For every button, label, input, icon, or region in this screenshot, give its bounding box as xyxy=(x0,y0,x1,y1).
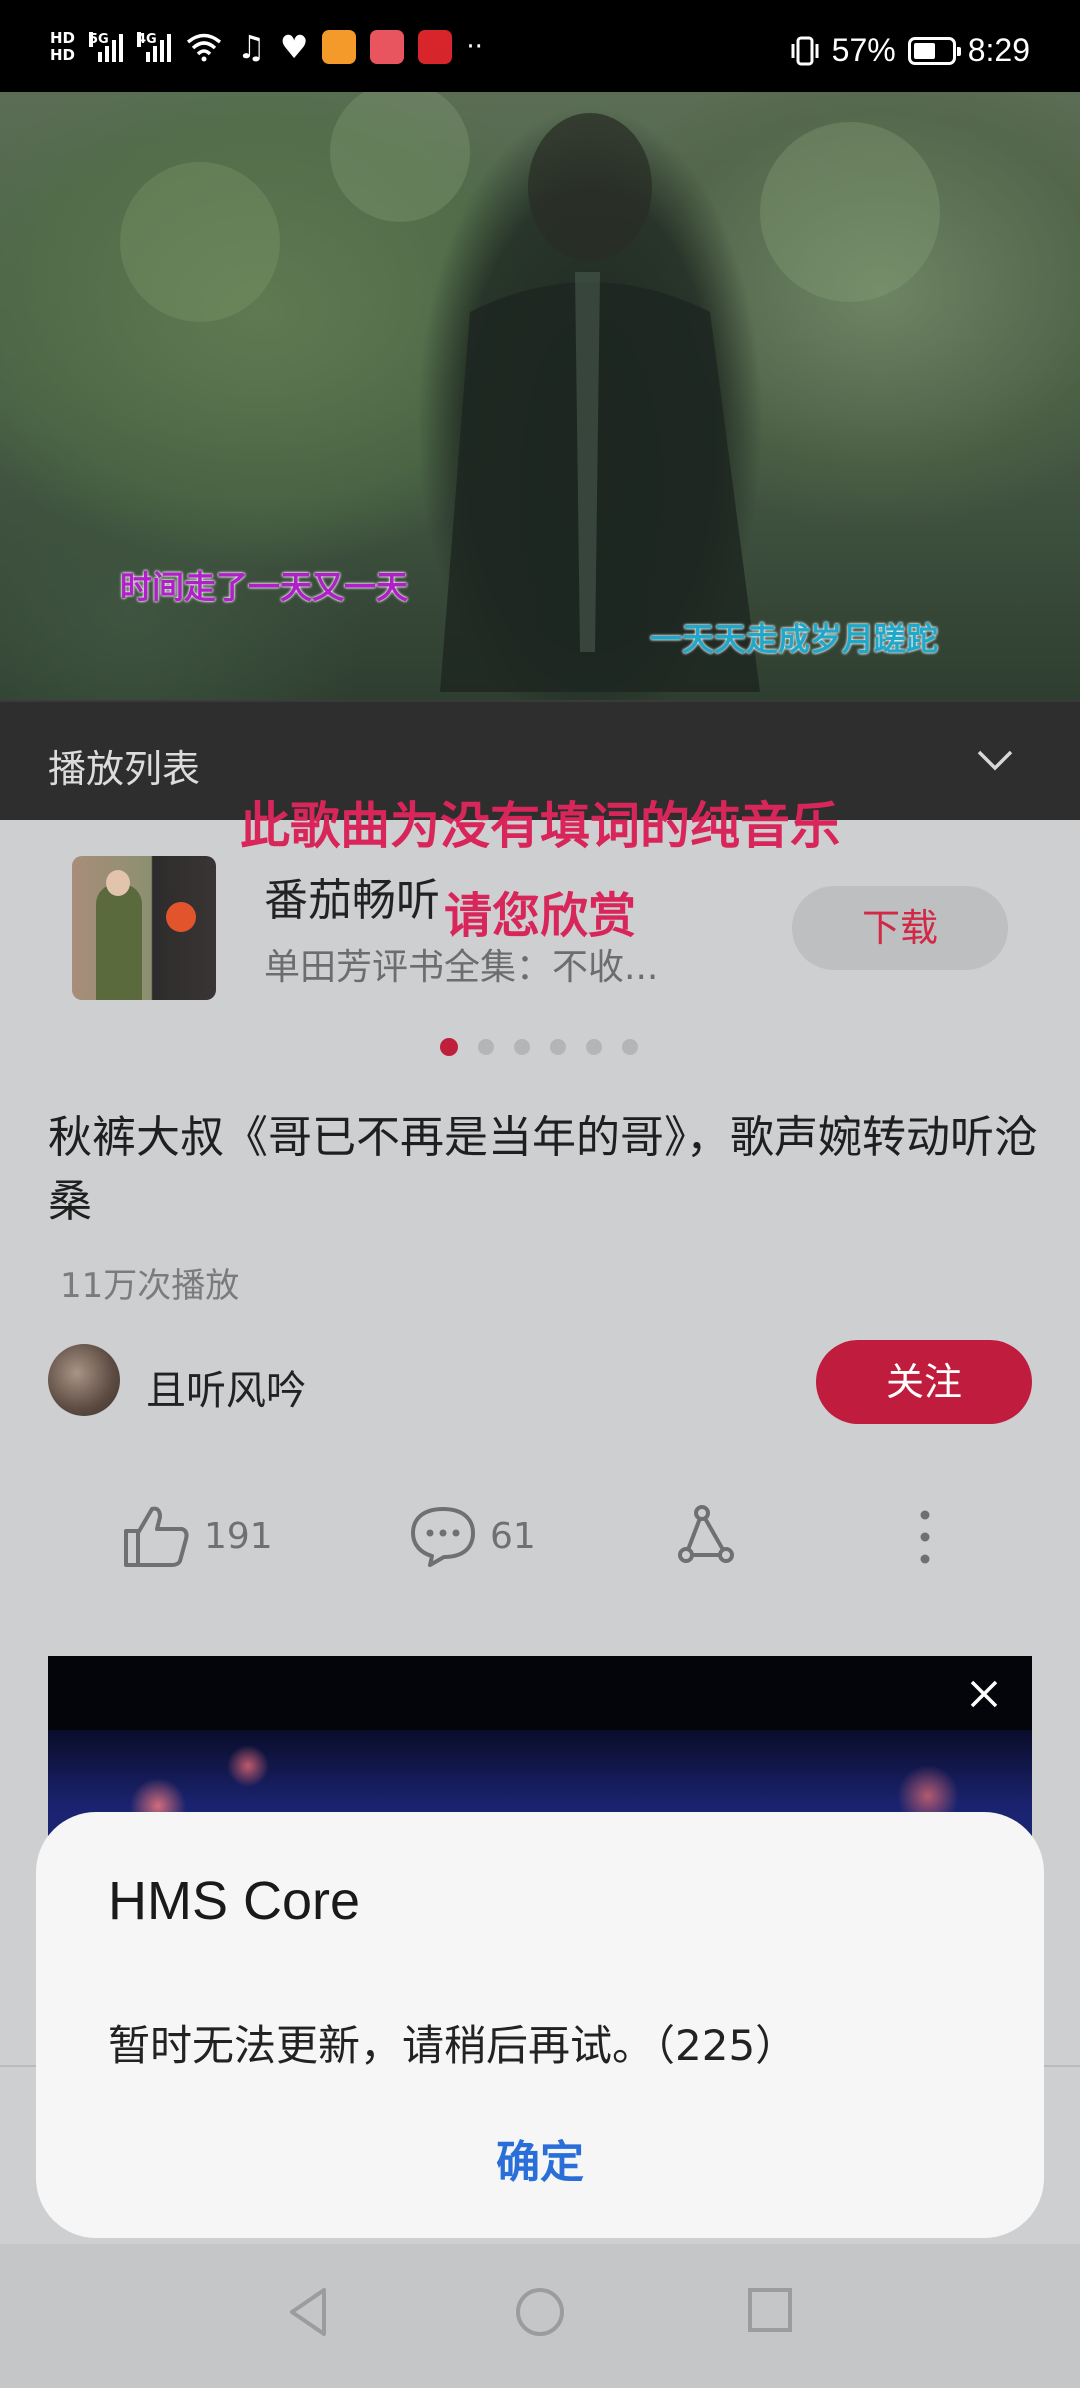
chevron-down-icon[interactable] xyxy=(975,740,1015,780)
clock: 8:29 xyxy=(967,32,1030,68)
signal-5g-label: 5G xyxy=(89,32,109,47)
pure-music-notice-sub: 请您欣赏 xyxy=(443,888,636,944)
status-left: HD HD 5G 4G ♫ ♥ ·· xyxy=(50,30,483,64)
pager-dot xyxy=(440,1038,458,1056)
hd-label-bottom: HD xyxy=(50,46,76,64)
dialog-title: HMS Core xyxy=(108,1871,361,1931)
dialog-message: 暂时无法更新，请稍后再试。（225） xyxy=(108,2021,798,2070)
music-note-icon: ♫ xyxy=(237,28,266,66)
video-player[interactable]: 时间走了一天又一天 一天天走成岁月蹉跎 xyxy=(0,92,1080,700)
battery-fill xyxy=(913,42,935,59)
comment-button[interactable]: 61 xyxy=(408,1500,536,1572)
like-count: 191 xyxy=(204,1515,273,1557)
rec-card-topband xyxy=(48,1656,1032,1730)
playlist-title: 播放列表 xyxy=(48,747,201,791)
lyric-right: 一天天走成岁月蹉跎 xyxy=(650,620,939,658)
status-right: 57% 8:29 xyxy=(790,32,1030,69)
reader-app-icon xyxy=(370,30,405,64)
recents-icon[interactable] xyxy=(746,2286,794,2334)
pager-dot xyxy=(478,1039,494,1055)
red-app-icon xyxy=(418,30,453,64)
thumbs-up-icon xyxy=(124,1506,189,1567)
video-app-icon xyxy=(322,30,357,64)
like-button[interactable]: 191 xyxy=(120,1500,273,1572)
signal-4g-label: 4G xyxy=(137,32,157,47)
avatar[interactable] xyxy=(48,1344,120,1416)
comment-count: 61 xyxy=(490,1515,536,1557)
signal-5g-icon: 5G xyxy=(89,32,124,62)
system-navigation-bar xyxy=(0,2244,1080,2388)
more-options-button[interactable] xyxy=(910,1500,940,1572)
update-error-dialog: HMS Core 暂时无法更新，请稍后再试。（225） 确定 xyxy=(36,1812,1044,2238)
share-button[interactable] xyxy=(674,1500,744,1572)
hd-indicator: HD HD xyxy=(50,30,75,64)
heart-rate-icon: ♥ xyxy=(279,28,309,66)
play-count: 11万次播放 xyxy=(60,1266,240,1306)
video-figure xyxy=(120,92,940,692)
battery-icon xyxy=(907,36,961,65)
wifi-icon xyxy=(186,33,222,62)
status-bar: HD HD 5G 4G ♫ ♥ ·· 57% 8:29 xyxy=(0,0,1080,92)
signal-4g-icon: 4G xyxy=(137,32,172,62)
pager-dot xyxy=(586,1039,602,1055)
pager-dot xyxy=(514,1039,530,1055)
pure-music-notice: 此歌曲为没有填词的纯音乐 xyxy=(240,797,840,855)
lyric-left: 时间走了一天又一天 xyxy=(120,568,409,606)
author-name[interactable]: 且听风吟 xyxy=(146,1358,306,1416)
hd-label-top: HD xyxy=(50,29,76,47)
video-title: 秋裤大叔《哥已不再是当年的哥》，歌声婉转动听沧桑 xyxy=(48,1112,1038,1227)
confirm-button[interactable]: 确定 xyxy=(36,2126,1044,2190)
battery-percent: 57% xyxy=(831,32,896,68)
follow-button[interactable]: 关注 xyxy=(816,1340,1032,1424)
share-icon xyxy=(678,1505,734,1563)
pager-dot xyxy=(622,1039,638,1055)
home-icon[interactable] xyxy=(514,2286,566,2338)
vibrate-icon xyxy=(791,36,819,65)
carousel-pager xyxy=(440,1038,638,1056)
more-vertical-icon xyxy=(920,1510,930,1564)
close-icon[interactable] xyxy=(968,1678,1000,1710)
comment-icon xyxy=(411,1507,475,1567)
back-icon[interactable] xyxy=(286,2286,330,2338)
pager-dot xyxy=(550,1039,566,1055)
more-dots-icon: ·· xyxy=(466,32,483,62)
